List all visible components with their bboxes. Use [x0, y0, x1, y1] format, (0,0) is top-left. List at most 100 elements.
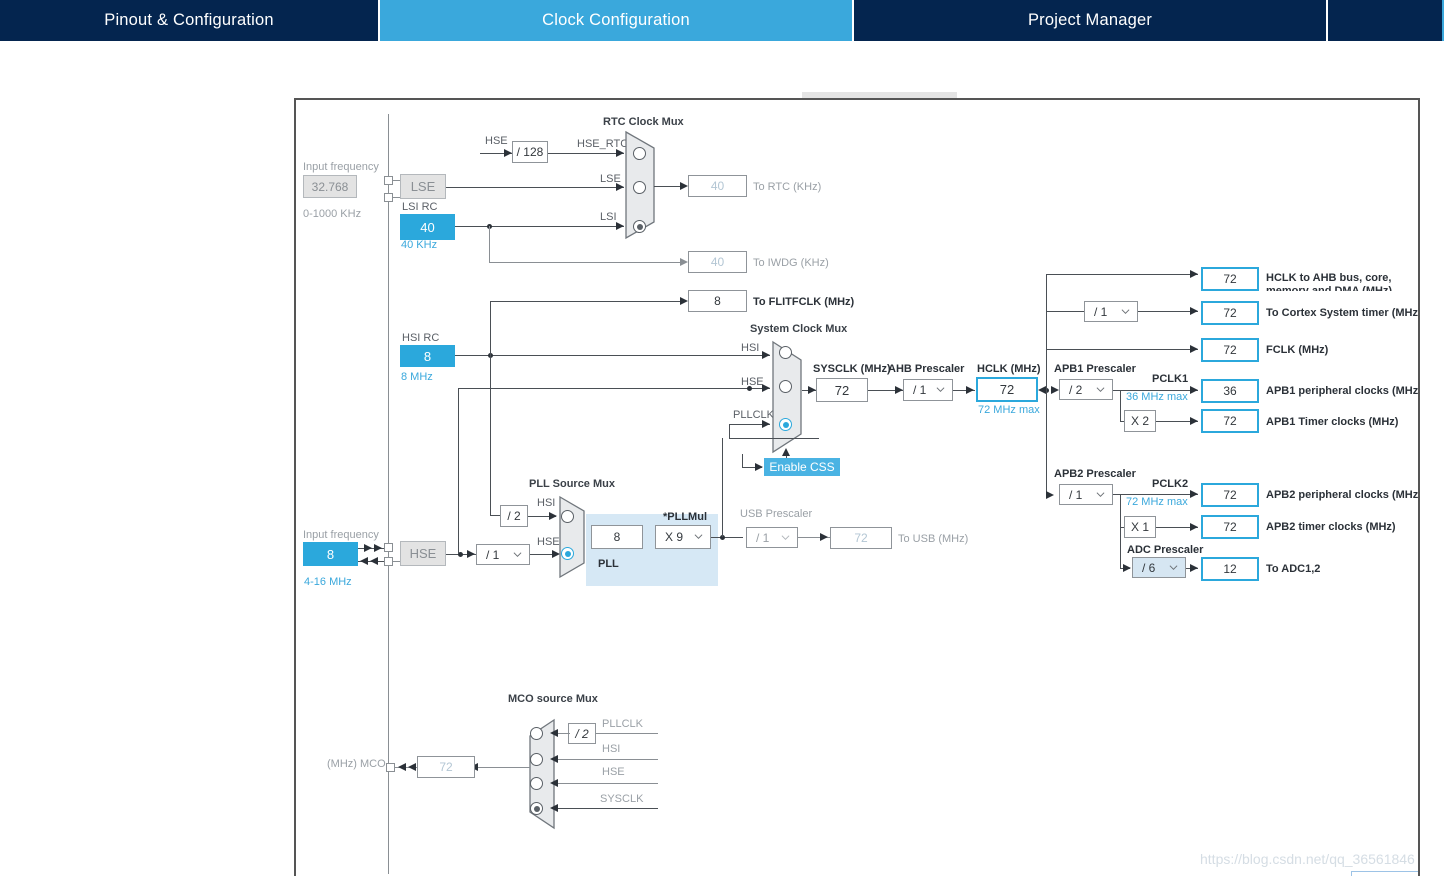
- output-apb1-timer-box[interactable]: 72: [1201, 409, 1259, 433]
- enable-css-badge[interactable]: Enable CSS: [764, 458, 840, 476]
- output-fclk-box[interactable]: 72: [1201, 338, 1259, 362]
- output-adc-box[interactable]: 12: [1201, 557, 1259, 581]
- rtc-mux-option-lsi[interactable]: [633, 220, 646, 233]
- lse-input-frequency-field[interactable]: 32.768: [303, 175, 357, 198]
- tab-clock-configuration[interactable]: Clock Configuration: [380, 0, 854, 41]
- output-apb1-peripheral-box[interactable]: 36: [1201, 379, 1259, 403]
- output-hclk-ahb-box[interactable]: 72: [1201, 267, 1259, 291]
- hse-input-frequency-field[interactable]: 8: [303, 542, 358, 566]
- pll-out-wire: [711, 537, 743, 538]
- hse-prescaler-select[interactable]: / 1: [476, 544, 530, 565]
- output-apb2-peripheral-box[interactable]: 72: [1201, 483, 1259, 507]
- clock-tree-canvas[interactable]: Input frequency 32.768 0-1000 KHz LSE LS…: [294, 98, 1420, 876]
- rtc-lsi-arrow: [616, 222, 624, 230]
- mco-pllclk-arrow: [550, 729, 558, 737]
- to-flitfclk-output-box[interactable]: 8: [688, 290, 747, 312]
- output-hclk-ahb-label-line2: memory and DMA (MHz): [1266, 285, 1393, 291]
- ahb-hclk-arrow: [966, 386, 974, 394]
- hsi-title-label: HSI RC: [402, 332, 440, 344]
- clock-toolbar: Resolve Clock Issues: [0, 41, 1444, 118]
- mco-source-mux-title: MCO source Mux: [508, 693, 598, 705]
- pllclk-feed-horizontal: [729, 438, 819, 439]
- to-iwdg-output-label: To IWDG (KHz): [753, 257, 829, 269]
- tab-label: Pinout & Configuration: [104, 11, 274, 29]
- hsi-value-box[interactable]: 8: [400, 345, 455, 367]
- sysclk-label: SYSCLK (MHz): [813, 363, 891, 375]
- output-cortex-timer-box[interactable]: 72: [1201, 301, 1259, 325]
- pllmul-select[interactable]: X 9: [655, 525, 711, 549]
- sysmux-option-hsi[interactable]: [779, 346, 792, 359]
- apb1-timer-mul-box[interactable]: X 2: [1124, 410, 1156, 432]
- lse-oscillator-box[interactable]: LSE: [400, 174, 446, 199]
- to-rtc-output-box[interactable]: 40: [688, 175, 747, 197]
- mco-option-hse[interactable]: [530, 777, 543, 790]
- tab-pinout-configuration[interactable]: Pinout & Configuration: [0, 0, 380, 41]
- sysmux-option-pllclk[interactable]: [779, 418, 792, 431]
- pll-hsi-divider-box[interactable]: / 2: [500, 505, 528, 527]
- chevron-down-icon: [1096, 491, 1105, 497]
- apb2-max-label: 72 MHz max: [1126, 496, 1188, 508]
- cortex-prescaler-value: / 1: [1094, 304, 1108, 319]
- hsi-flitf-horizontal: [490, 301, 686, 302]
- pll-input-value-box[interactable]: 8: [591, 525, 643, 549]
- apb2-timer-riser: [1120, 494, 1121, 527]
- sysmux-option-hse[interactable]: [779, 380, 792, 393]
- tab-project-manager[interactable]: Project Manager: [854, 0, 1328, 41]
- mco-hsi-wire: [558, 759, 658, 760]
- mco-output-box[interactable]: 72: [417, 756, 475, 778]
- lsi-unit-label: 40 KHz: [401, 239, 438, 251]
- lse-pin-in: [384, 176, 393, 185]
- output-apb1-peripheral-label: APB1 peripheral clocks (MHz): [1266, 385, 1420, 397]
- sysclk-value-box[interactable]: 72: [816, 378, 868, 402]
- pll-mux-option-hse[interactable]: [561, 547, 574, 560]
- adc-prescaler-label: ADC Prescaler: [1127, 544, 1204, 556]
- sysmux-hse-label: HSE: [741, 376, 764, 388]
- rtc-divider-128-box[interactable]: / 128: [512, 141, 548, 163]
- apb2-timer-mul-box[interactable]: X 1: [1124, 516, 1156, 538]
- adc-prescaler-select[interactable]: / 6: [1132, 557, 1186, 578]
- cortex-prescaler-select[interactable]: / 1: [1084, 301, 1138, 322]
- hse-prescaler-value: / 1: [486, 547, 500, 562]
- pll-panel-label: PLL: [598, 558, 619, 570]
- output-fclk-label: FCLK (MHz): [1266, 344, 1329, 356]
- hse-oscillator-box[interactable]: HSE: [400, 541, 446, 566]
- output-apb2-timer-box[interactable]: 72: [1201, 515, 1259, 539]
- usb-prescaler-label: USB Prescaler: [740, 508, 813, 520]
- css-up-arrow: [782, 448, 790, 456]
- mco-pin: [386, 763, 395, 772]
- iwdg-riser: [489, 226, 490, 262]
- mco-option-hsi[interactable]: [530, 753, 543, 766]
- mco-option-sysclk[interactable]: [530, 802, 543, 815]
- rtc-mux-option-hse-rtc[interactable]: [633, 147, 646, 160]
- pllclk-sysmux-arrow: [762, 420, 770, 428]
- chevron-down-icon: [781, 534, 790, 540]
- css-riser: [742, 454, 743, 468]
- hsi-flitf-riser: [490, 301, 491, 355]
- tab-extra[interactable]: [1328, 0, 1442, 41]
- sysclk-ahb-arrow: [895, 386, 903, 394]
- lsi-value-box[interactable]: 40: [400, 214, 455, 240]
- mco-option-pllclk[interactable]: [530, 727, 543, 740]
- mco-sysclk-label: SYSCLK: [600, 793, 644, 805]
- mco-pllclk-label: PLLCLK: [602, 718, 643, 730]
- apb1-prescaler-select[interactable]: / 2: [1059, 379, 1113, 400]
- to-iwdg-output-box[interactable]: 40: [688, 251, 747, 273]
- mco-pll-divider-box[interactable]: / 2: [568, 723, 596, 744]
- ahb-prescaler-select[interactable]: / 1: [903, 379, 953, 401]
- to-usb-output-box[interactable]: 72: [830, 527, 892, 549]
- pll-mux-option-hsi[interactable]: [561, 510, 574, 523]
- hclk-value-box[interactable]: 72: [976, 377, 1038, 402]
- rtc-mux-option-lse[interactable]: [633, 181, 646, 194]
- chevron-down-icon: [694, 534, 703, 540]
- usb-prescaler-select[interactable]: / 1: [746, 527, 798, 548]
- mco-hse-arrow: [550, 779, 558, 787]
- apb2-prescaler-select[interactable]: / 1: [1059, 484, 1113, 505]
- apb1-timer-arrow: [1190, 417, 1198, 425]
- rtc-divider-out-wire: [548, 153, 624, 154]
- adc-arrow-out: [1190, 564, 1198, 572]
- pllclk-riser-a: [729, 424, 730, 438]
- hsi-pll-riser: [490, 355, 491, 515]
- apb1-timer-riser: [1120, 390, 1121, 421]
- apb1-max-label: 36 MHz max: [1126, 391, 1188, 403]
- out3-arrow: [1190, 345, 1198, 353]
